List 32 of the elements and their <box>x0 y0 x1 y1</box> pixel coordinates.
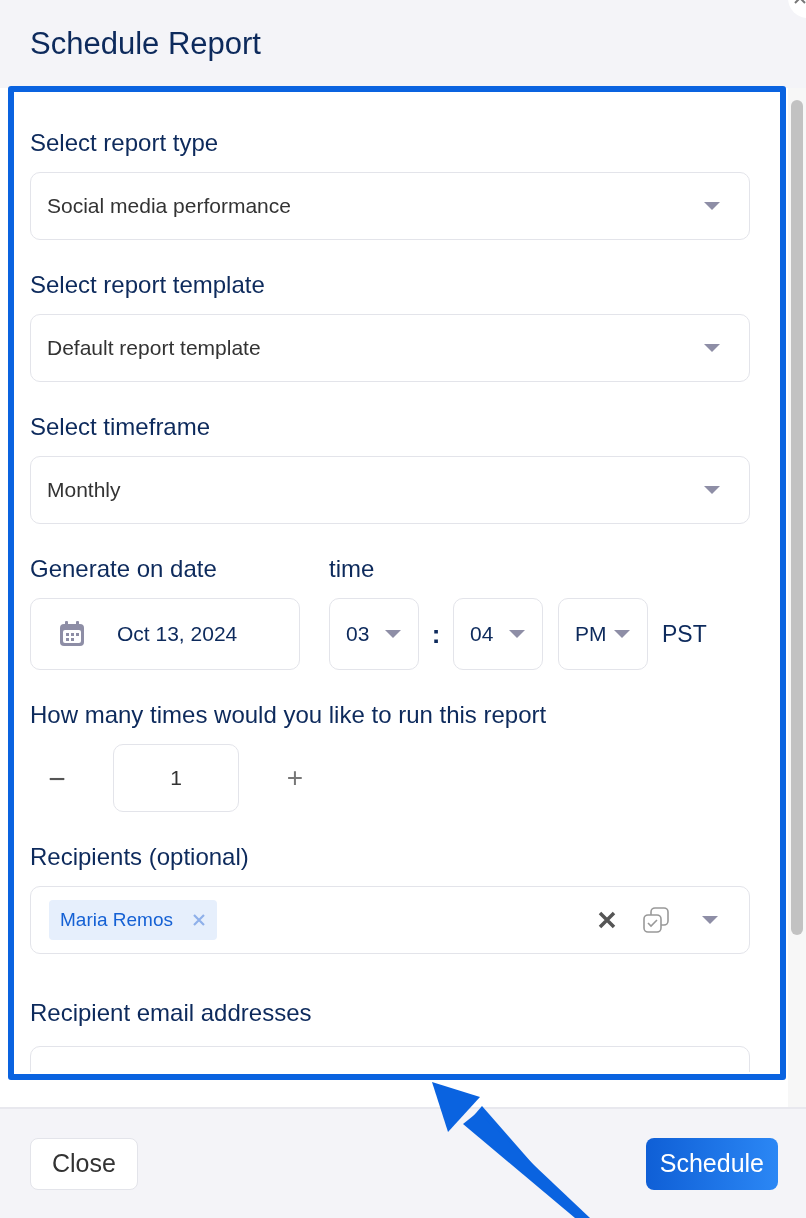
field-label: How many times would you like to run this report <box>30 700 548 730</box>
schedule-button[interactable]: Schedule <box>645 1137 778 1190</box>
dialog-title: Schedule Report <box>30 24 261 63</box>
field-label: Select timeframe <box>30 412 212 442</box>
increment-button[interactable]: + <box>268 751 322 805</box>
date-field[interactable]: Oct 13, 2024 <box>30 598 300 670</box>
dropdown-value: Monthly <box>47 477 121 504</box>
dropdown-value: 04 <box>470 621 494 648</box>
dropdown[interactable]: Default report template <box>30 314 750 382</box>
field-label: Select report template <box>30 270 266 300</box>
time-dropdown[interactable]: 04 <box>453 598 543 670</box>
chip-label: Maria Remos <box>60 907 173 932</box>
field-label: Select report type <box>30 128 220 158</box>
field-label: Recipients (optional) <box>30 842 250 872</box>
time-dropdown[interactable]: 03 <box>329 598 419 670</box>
dropdown[interactable]: Social media performance <box>30 172 750 240</box>
dropdown-value: Default report template <box>47 335 261 362</box>
field-label: time <box>329 554 375 584</box>
dropdown-value: Social media performance <box>47 193 291 220</box>
recipients-field[interactable]: Maria Remos <box>30 886 750 954</box>
dropdown-value: PM <box>575 621 607 648</box>
time-dropdown[interactable]: PM <box>558 598 648 670</box>
field-label: Generate on date <box>30 554 218 584</box>
date-value: Oct 13, 2024 <box>117 621 238 648</box>
timezone-label: PST <box>662 619 707 649</box>
count-field[interactable]: 1 <box>113 744 239 812</box>
dropdown[interactable]: Monthly <box>30 456 750 524</box>
close-button[interactable]: Close <box>30 1137 138 1190</box>
field-label: Recipient email addresses <box>30 998 313 1028</box>
dropdown-value: 03 <box>346 621 370 648</box>
decrement-button[interactable]: − <box>30 751 84 805</box>
time-separator: : <box>430 617 442 651</box>
